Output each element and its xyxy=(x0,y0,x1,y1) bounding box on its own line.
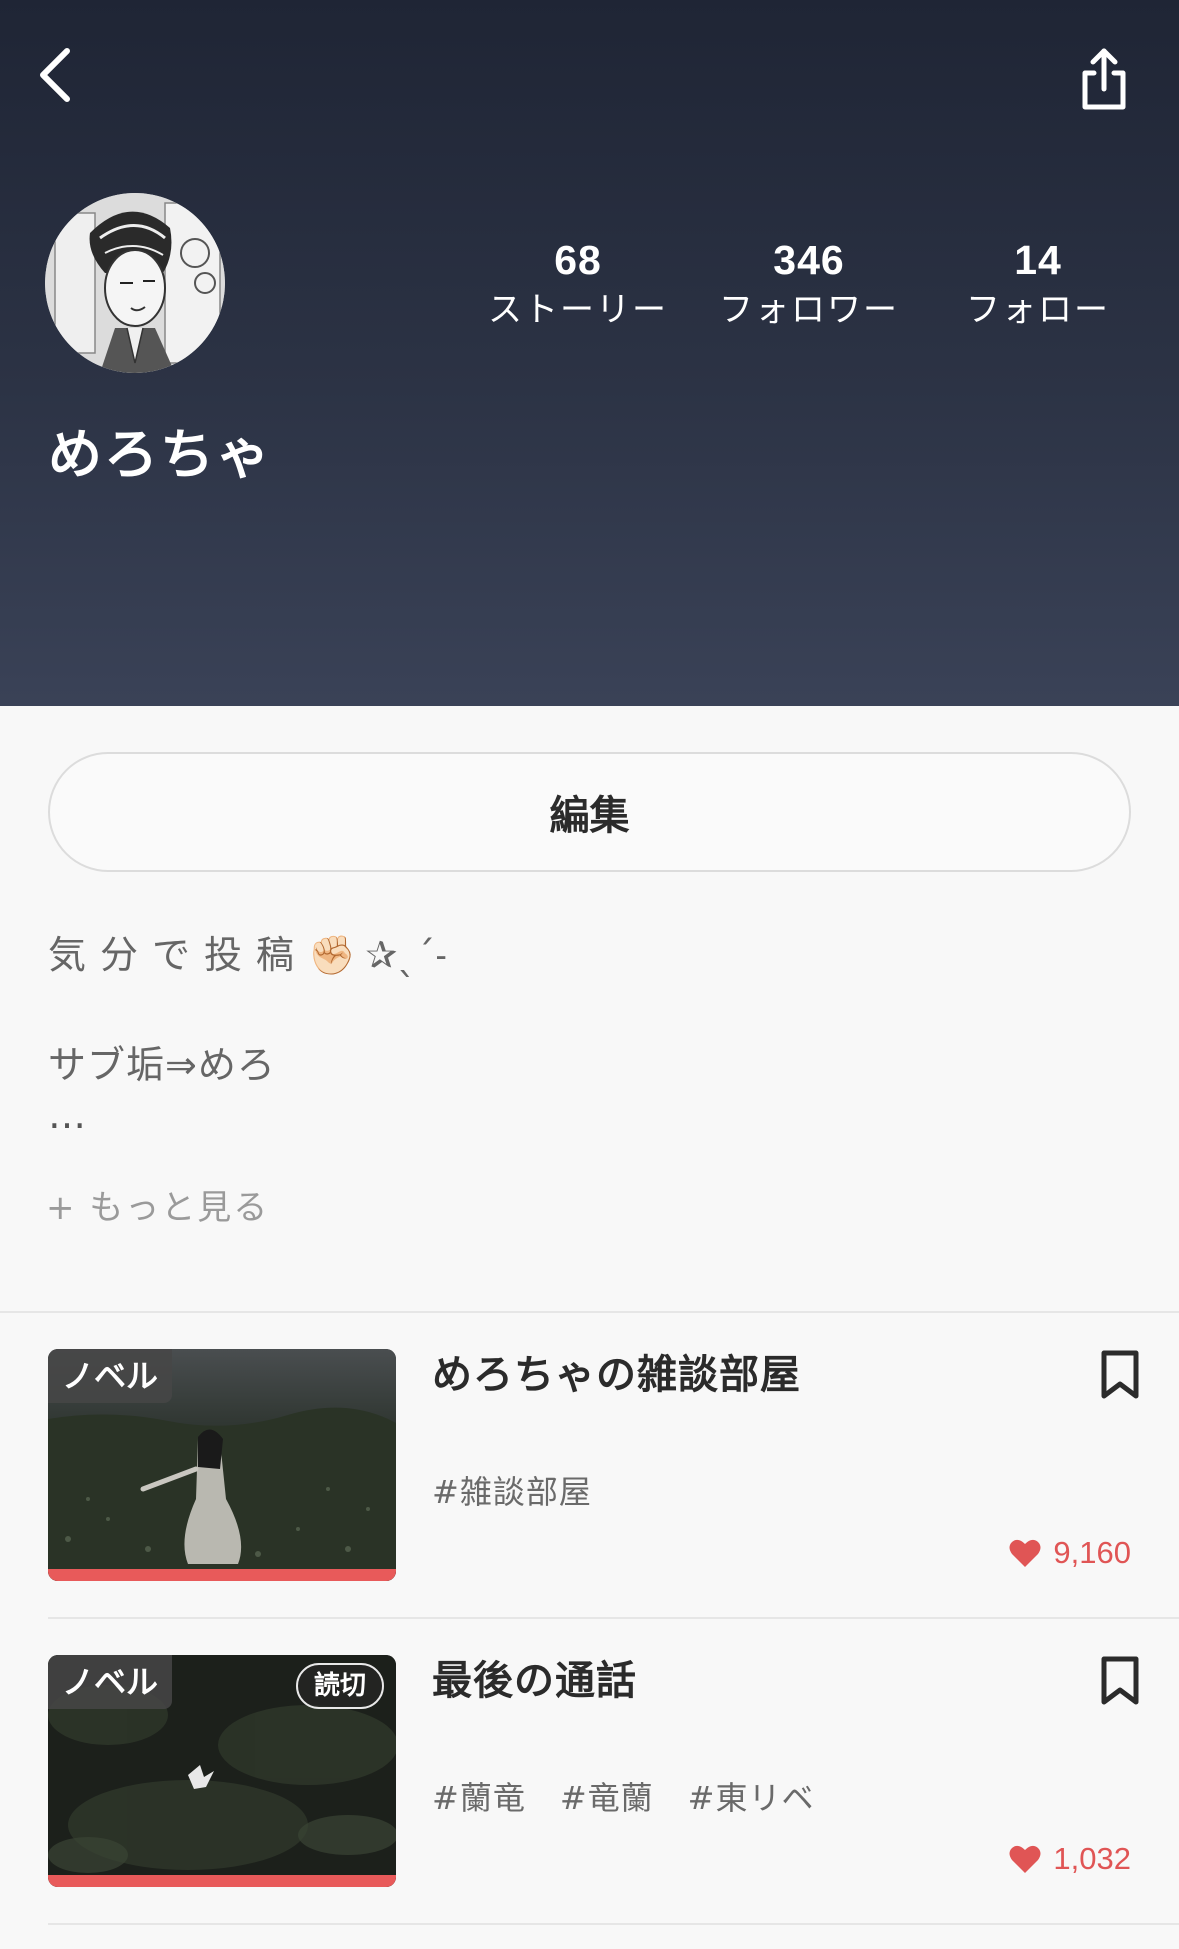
bio-decoration: ✰ˎˊ˗ xyxy=(365,933,448,977)
heart-icon xyxy=(1009,1845,1041,1873)
share-button[interactable] xyxy=(1069,40,1139,120)
profile-header: 68 ストーリー 346 フォロワー 14 フォロー めろちゃ xyxy=(0,0,1179,706)
likes-value: 1,032 xyxy=(1053,1841,1131,1876)
bookmark-button[interactable] xyxy=(1098,1655,1142,1707)
likes-count: 1,032 xyxy=(1009,1841,1131,1877)
genre-label: ノベル xyxy=(48,1349,173,1403)
back-button[interactable] xyxy=(20,40,90,110)
likes-count: 9,160 xyxy=(1009,1535,1131,1571)
heart-icon xyxy=(1009,1539,1041,1567)
chevron-left-icon xyxy=(40,48,70,102)
tag[interactable]: #雑談部屋 xyxy=(432,1467,592,1513)
tag[interactable]: #竜蘭 xyxy=(560,1773,654,1819)
bookmark-icon xyxy=(1101,1350,1139,1399)
likes-value: 9,160 xyxy=(1053,1535,1131,1570)
tag[interactable]: #蘭竜 xyxy=(432,1773,526,1819)
stat-stories[interactable]: 68 ストーリー xyxy=(478,232,678,332)
story-tags: #雑談部屋 xyxy=(432,1467,592,1513)
bio-line-3: … xyxy=(48,1093,86,1137)
bio-line-2: サブ垢⇒めろ xyxy=(48,1043,276,1087)
story-thumbnail[interactable]: ノベル 読切 xyxy=(48,1655,396,1887)
tag[interactable]: #東リベ xyxy=(688,1773,815,1819)
stat-followers[interactable]: 346 フォロワー xyxy=(709,232,909,332)
story-divider xyxy=(48,1923,1179,1925)
following-count: 14 xyxy=(1014,237,1062,283)
stories-label: ストーリー xyxy=(488,290,668,330)
show-more-link[interactable]: + もっと見る xyxy=(46,1180,269,1229)
story-thumbnail[interactable]: ノベル xyxy=(48,1349,396,1581)
share-icon xyxy=(1082,48,1126,110)
story-divider xyxy=(48,1617,1179,1619)
story-card[interactable]: ノベル めろちゃの雑談部屋 #雑談部屋 9,160 xyxy=(0,1349,1179,1655)
stat-following[interactable]: 14 フォロー xyxy=(938,232,1138,332)
fist-emoji-icon: ✊🏻 xyxy=(308,933,356,977)
followers-label: フォロワー xyxy=(719,290,899,330)
username: めろちゃ xyxy=(48,423,272,486)
bookmark-icon xyxy=(1101,1656,1139,1705)
stories-count: 68 xyxy=(554,237,602,283)
bio-line-1: 気分で投稿 ✊🏻 ✰ˎˊ˗ xyxy=(48,925,1138,985)
thumbnail-accent-bar xyxy=(48,1875,396,1887)
thumbnail-accent-bar xyxy=(48,1569,396,1581)
genre-label: ノベル xyxy=(48,1655,173,1709)
story-title[interactable]: 最後の通話 xyxy=(432,1655,637,1707)
story-card[interactable]: ノベル 読切 最後の通話 #蘭竜 #竜蘭 #東リベ 1,032 xyxy=(0,1655,1179,1949)
one-shot-badge: 読切 xyxy=(295,1663,384,1709)
story-tags: #蘭竜 #竜蘭 #東リベ xyxy=(432,1773,814,1819)
section-divider xyxy=(0,1311,1179,1313)
bio-text: 気分で投稿 xyxy=(48,933,309,977)
following-label: フォロー xyxy=(966,290,1110,330)
bookmark-button[interactable] xyxy=(1098,1349,1142,1401)
story-title[interactable]: めろちゃの雑談部屋 xyxy=(432,1349,801,1401)
followers-count: 346 xyxy=(773,237,845,283)
profile-bio: 気分で投稿 ✊🏻 ✰ˎˊ˗ サブ垢⇒めろ … xyxy=(48,925,1138,1143)
profile-stats: 68 ストーリー 346 フォロワー 14 フォロー xyxy=(0,232,1179,342)
edit-profile-button[interactable]: 編集 xyxy=(48,752,1131,872)
